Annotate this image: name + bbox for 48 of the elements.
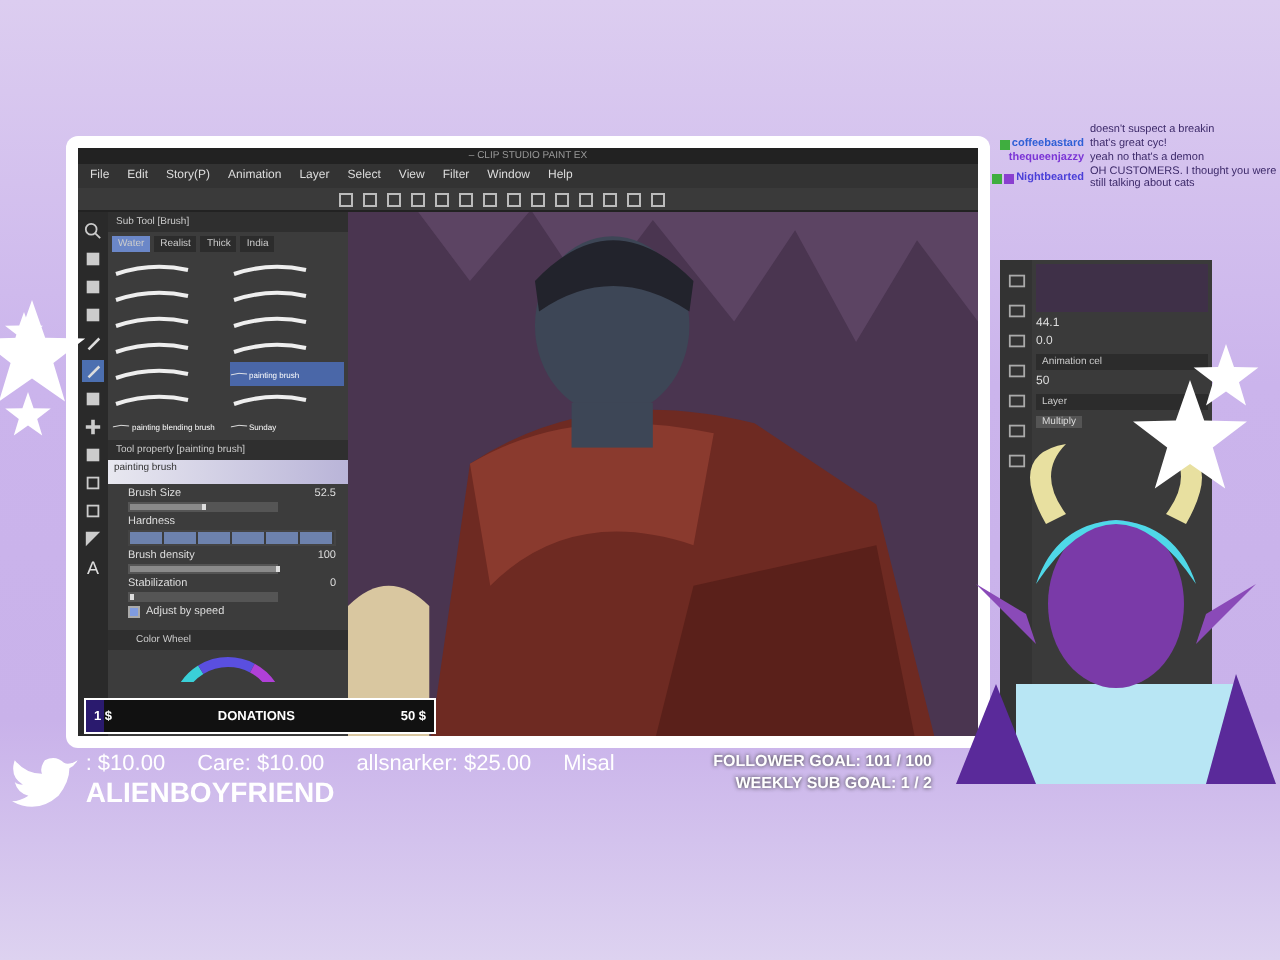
- square-icon[interactable]: [82, 248, 104, 270]
- brush-stroke-icon: [229, 392, 309, 408]
- square-icon[interactable]: [626, 191, 642, 207]
- square-icon[interactable]: [386, 191, 402, 207]
- brush-stroke-icon: [229, 262, 309, 278]
- square-icon[interactable]: [650, 191, 666, 207]
- brush-stroke-icon: [229, 340, 309, 356]
- twitter-handle: ALIENBOYFRIEND: [85, 776, 337, 808]
- slider-track[interactable]: [128, 592, 278, 602]
- square-icon[interactable]: [554, 191, 570, 207]
- bird-icon: [12, 752, 78, 812]
- brush-stroke-icon: [229, 314, 309, 330]
- pen-icon[interactable]: [82, 332, 104, 354]
- square-icon[interactable]: [482, 191, 498, 207]
- checkbox[interactable]: [128, 606, 140, 618]
- square-icon[interactable]: [82, 388, 104, 410]
- goal-text: FOLLOWER GOAL: 101 / 100: [713, 752, 932, 770]
- square-icon[interactable]: [82, 472, 104, 494]
- square-icon[interactable]: [530, 191, 546, 207]
- text-tool[interactable]: A: [82, 556, 104, 578]
- square-icon[interactable]: [410, 191, 426, 207]
- donation-entry: Care: $10.00: [197, 752, 325, 776]
- goal-text: WEEKLY SUB GOAL: 1 / 2: [735, 774, 932, 792]
- slider-track[interactable]: [128, 502, 278, 512]
- donation-entry: Misal: [563, 752, 615, 776]
- square-icon[interactable]: [506, 191, 522, 207]
- square-icon[interactable]: [82, 304, 104, 326]
- plus-icon[interactable]: [82, 416, 104, 438]
- square-icon[interactable]: [458, 191, 474, 207]
- brush-stroke-icon: [112, 366, 192, 382]
- square-icon[interactable]: [82, 500, 104, 522]
- search-icon[interactable]: [82, 220, 104, 242]
- square-icon[interactable]: [338, 191, 354, 207]
- brush-stroke-icon: [112, 262, 192, 278]
- square-icon[interactable]: [362, 191, 378, 207]
- square-icon[interactable]: [82, 444, 104, 466]
- square-icon[interactable]: [578, 191, 594, 207]
- brush-stroke-icon: [112, 340, 192, 356]
- brush-stroke-icon: [112, 392, 192, 408]
- triangle-icon[interactable]: [82, 528, 104, 550]
- donation-entry: allsnarker: $25.00: [356, 752, 532, 776]
- square-icon[interactable]: [602, 191, 618, 207]
- brush-stroke-icon: [112, 314, 192, 330]
- square-icon[interactable]: [82, 276, 104, 298]
- brush-stroke-icon: [229, 288, 309, 304]
- brush-stroke-icon: [112, 288, 192, 304]
- donation-entry: : $10.00: [85, 752, 166, 776]
- square-icon[interactable]: [434, 191, 450, 207]
